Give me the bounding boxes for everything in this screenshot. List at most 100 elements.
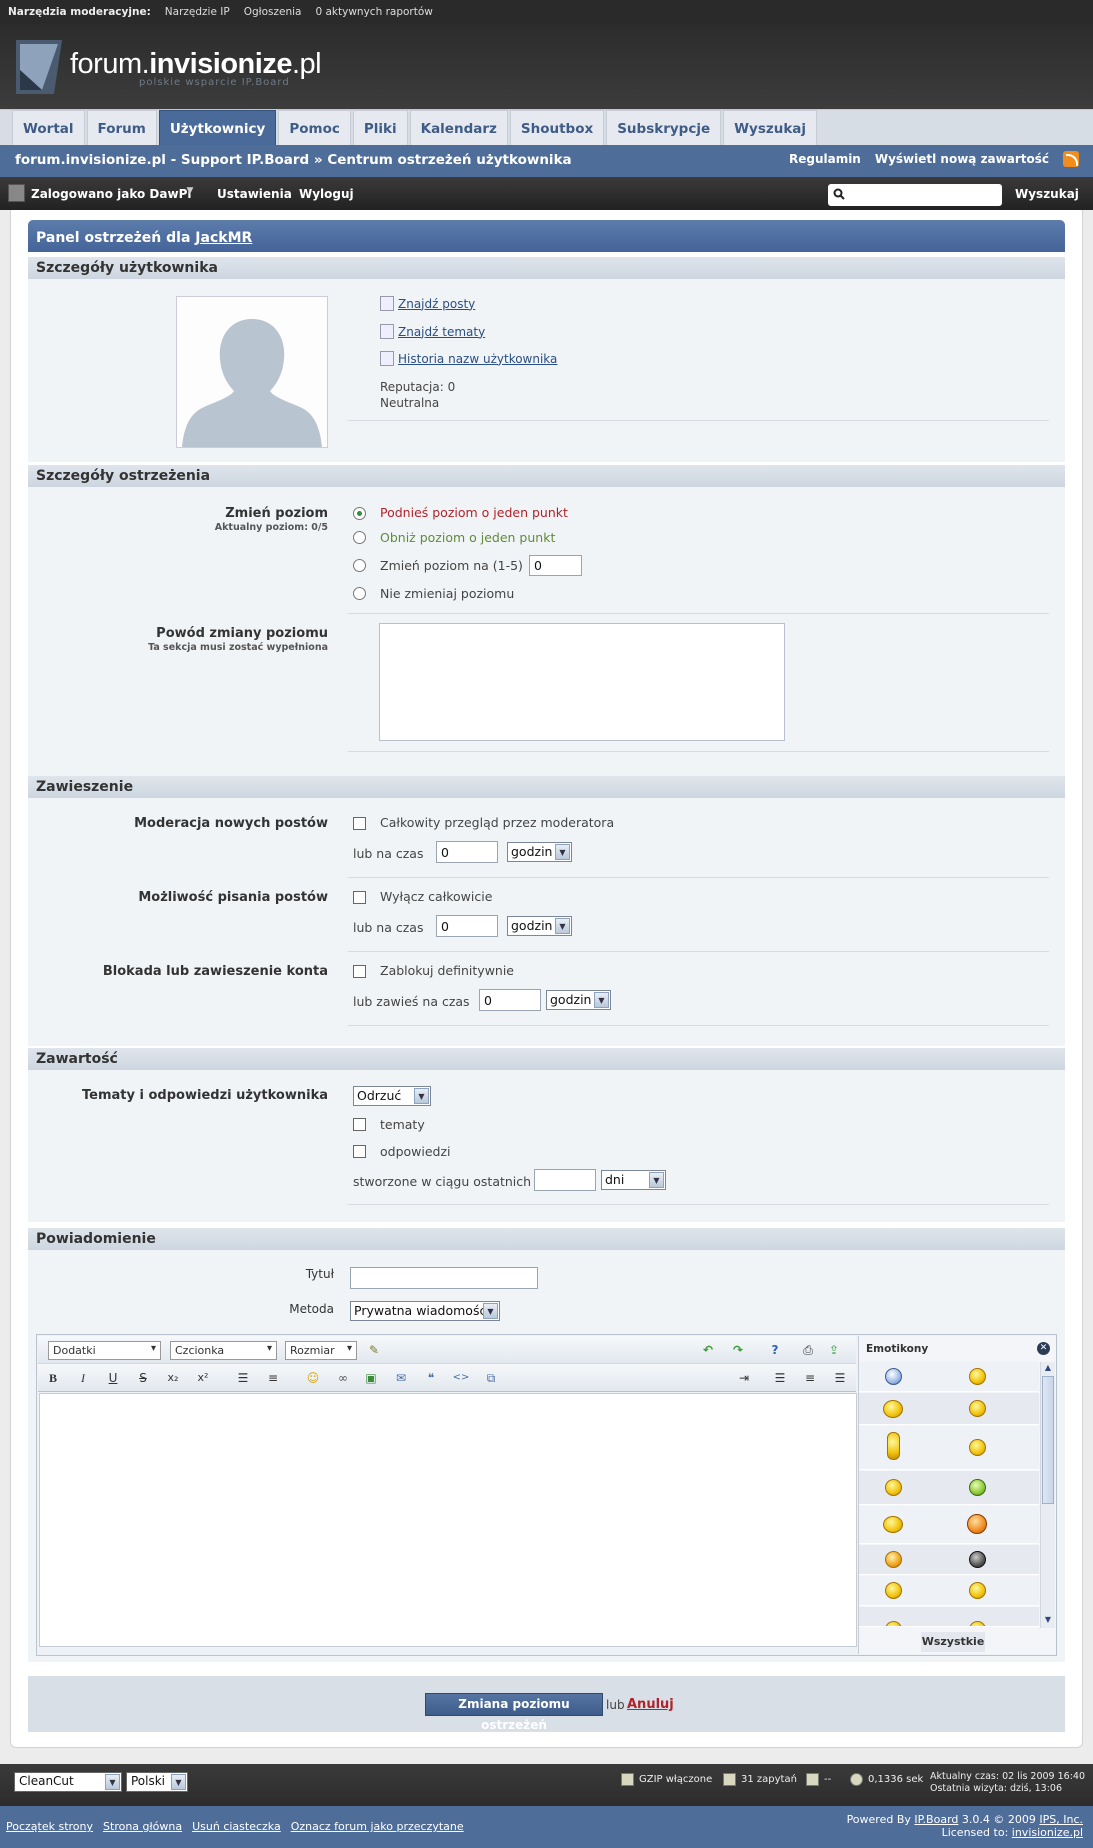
italic-icon[interactable]: I [73, 1368, 93, 1388]
mod-reports-link[interactable]: 0 aktywnych raportów [315, 6, 432, 18]
email-icon[interactable]: ✉ [391, 1368, 411, 1388]
emoticon-icon[interactable] [885, 1582, 902, 1599]
chevron-up-icon[interactable]: ▲ [1042, 1363, 1054, 1375]
search-input[interactable] [828, 184, 1002, 206]
skin-select[interactable]: CleanCut ▼ [14, 1772, 122, 1792]
special-media-icon[interactable]: ⧉ [481, 1368, 501, 1388]
redo-icon[interactable]: ↷ [728, 1340, 748, 1360]
logout-link[interactable]: Wyloguj [299, 187, 354, 201]
mod-ip-tool-link[interactable]: Narzędzie IP [165, 6, 230, 18]
ipboard-link[interactable]: IP.Board [914, 1813, 958, 1826]
lower-level-radio[interactable] [353, 531, 366, 544]
align-center-icon[interactable]: ≡ [800, 1368, 820, 1388]
chevron-down-icon[interactable]: ▼ [183, 186, 197, 200]
tab-users[interactable]: Użytkownicy [158, 110, 277, 146]
tab-files[interactable]: Pliki [352, 110, 408, 146]
posting-unit-select[interactable]: godzin ▼ [507, 916, 572, 936]
image-icon[interactable]: ▣ [361, 1368, 381, 1388]
tab-search[interactable]: Wyszukaj [723, 110, 818, 146]
emoticon-icon[interactable] [883, 1400, 903, 1418]
language-select[interactable]: Polski ▼ [126, 1772, 188, 1792]
replies-checkbox[interactable] [353, 1145, 366, 1158]
topics-checkbox[interactable] [353, 1118, 366, 1131]
tab-wortal[interactable]: Wortal [12, 110, 85, 146]
undo-icon[interactable]: ↶ [698, 1340, 718, 1360]
delete-cookies-link[interactable]: Usuń ciasteczka [192, 1820, 281, 1833]
toggle-editor-icon[interactable]: ⇪ [824, 1340, 844, 1360]
emoticon-icon[interactable]: ☺ [303, 1368, 323, 1388]
bold-icon[interactable]: B [43, 1368, 63, 1388]
ips-link[interactable]: IPS, Inc. [1039, 1813, 1083, 1826]
mod-announcements-link[interactable]: Ogłoszenia [244, 6, 302, 18]
align-left-icon[interactable]: ☰ [770, 1368, 790, 1388]
link-icon[interactable]: ∞ [333, 1368, 353, 1388]
emoticon-icon[interactable] [969, 1368, 986, 1385]
posting-time-input[interactable]: 0 [436, 915, 498, 937]
emoticon-icon[interactable] [883, 1516, 903, 1533]
underline-icon[interactable]: U [103, 1368, 123, 1388]
content-action-select[interactable]: Odrzuć ▼ [353, 1086, 431, 1106]
subscript-icon[interactable]: x₂ [163, 1368, 183, 1388]
mark-read-link[interactable]: Oznacz forum jako przeczytane [291, 1820, 464, 1833]
ban-time-input[interactable]: 0 [479, 989, 541, 1011]
emoticon-icon[interactable] [885, 1551, 902, 1568]
notification-method-select[interactable]: Prywatna wiadomość ▼ [350, 1301, 500, 1321]
emoticon-icon[interactable] [885, 1479, 902, 1496]
size-select[interactable]: Rozmiar [285, 1341, 357, 1360]
find-posts-link[interactable]: Znajdź posty [398, 297, 475, 311]
new-content-link[interactable]: Wyświetl nową zawartość [875, 152, 1049, 166]
rss-icon[interactable] [1063, 151, 1079, 167]
help-icon[interactable]: ? [765, 1340, 785, 1360]
warned-user-link[interactable]: JackMR [195, 230, 252, 246]
rules-link[interactable]: Regulamin [789, 152, 861, 166]
code-icon[interactable]: <> [451, 1368, 471, 1388]
numbered-list-icon[interactable]: ≡ [263, 1368, 283, 1388]
addons-select[interactable]: Dodatki [48, 1341, 161, 1360]
logged-in-user[interactable]: Zalogowano jako DawPi [31, 187, 191, 201]
notification-title-input[interactable] [350, 1267, 538, 1289]
tab-forum[interactable]: Forum [86, 110, 157, 146]
quote-icon[interactable]: ❝ [421, 1368, 441, 1388]
chevron-down-icon[interactable]: ▼ [1042, 1615, 1054, 1627]
emoticon-icon[interactable] [969, 1621, 986, 1626]
raise-level-radio[interactable] [353, 507, 366, 520]
close-icon[interactable]: ✕ [1037, 1342, 1050, 1355]
moderation-checkbox[interactable] [353, 817, 366, 830]
search-button[interactable]: Wyszukaj [1015, 187, 1079, 201]
emoticon-icon[interactable] [967, 1514, 987, 1534]
tab-help[interactable]: Pomoc [278, 110, 351, 146]
created-unit-select[interactable]: dni ▼ [601, 1170, 666, 1190]
emoticon-icon[interactable] [969, 1479, 986, 1496]
bullet-list-icon[interactable]: ☰ [233, 1368, 253, 1388]
ban-checkbox[interactable] [353, 965, 366, 978]
reason-textarea[interactable] [379, 623, 785, 741]
level-input[interactable]: 0 [529, 555, 582, 576]
tab-subscriptions[interactable]: Subskrypcje [606, 110, 722, 146]
indent-icon[interactable]: ⇥ [734, 1368, 754, 1388]
moderation-time-input[interactable]: 0 [436, 841, 498, 863]
moderation-unit-select[interactable]: godzin ▼ [507, 842, 572, 862]
align-right-icon[interactable]: ☰ [830, 1368, 850, 1388]
set-level-radio[interactable] [353, 559, 366, 572]
name-history-link[interactable]: Historia nazw użytkownika [398, 352, 557, 366]
preview-icon[interactable]: ⎙ [798, 1340, 818, 1360]
color-picker-icon[interactable]: ✎ [364, 1340, 384, 1360]
home-link[interactable]: Strona główna [103, 1820, 182, 1833]
top-of-page-link[interactable]: Początek strony [6, 1820, 93, 1833]
tab-shoutbox[interactable]: Shoutbox [509, 110, 605, 146]
posting-checkbox[interactable] [353, 891, 366, 904]
all-emoticons-button[interactable]: Wszystkie [921, 1632, 985, 1652]
avatar[interactable] [8, 184, 25, 202]
emoticon-icon[interactable] [969, 1551, 986, 1568]
emoticon-icon[interactable] [969, 1439, 986, 1456]
keep-level-radio[interactable] [353, 587, 366, 600]
superscript-icon[interactable]: x² [193, 1368, 213, 1388]
tab-calendar[interactable]: Kalendarz [409, 110, 508, 146]
licensee-link[interactable]: invisionize.pl [1012, 1826, 1083, 1839]
emoticon-icon[interactable] [885, 1368, 902, 1385]
settings-link[interactable]: Ustawienia [217, 187, 292, 201]
find-topics-link[interactable]: Znajdź tematy [398, 325, 485, 339]
emoticons-scrollbar[interactable]: ▲ ▼ [1040, 1362, 1055, 1628]
message-textarea[interactable] [39, 1393, 857, 1647]
cancel-link[interactable]: Anuluj [627, 1697, 674, 1712]
